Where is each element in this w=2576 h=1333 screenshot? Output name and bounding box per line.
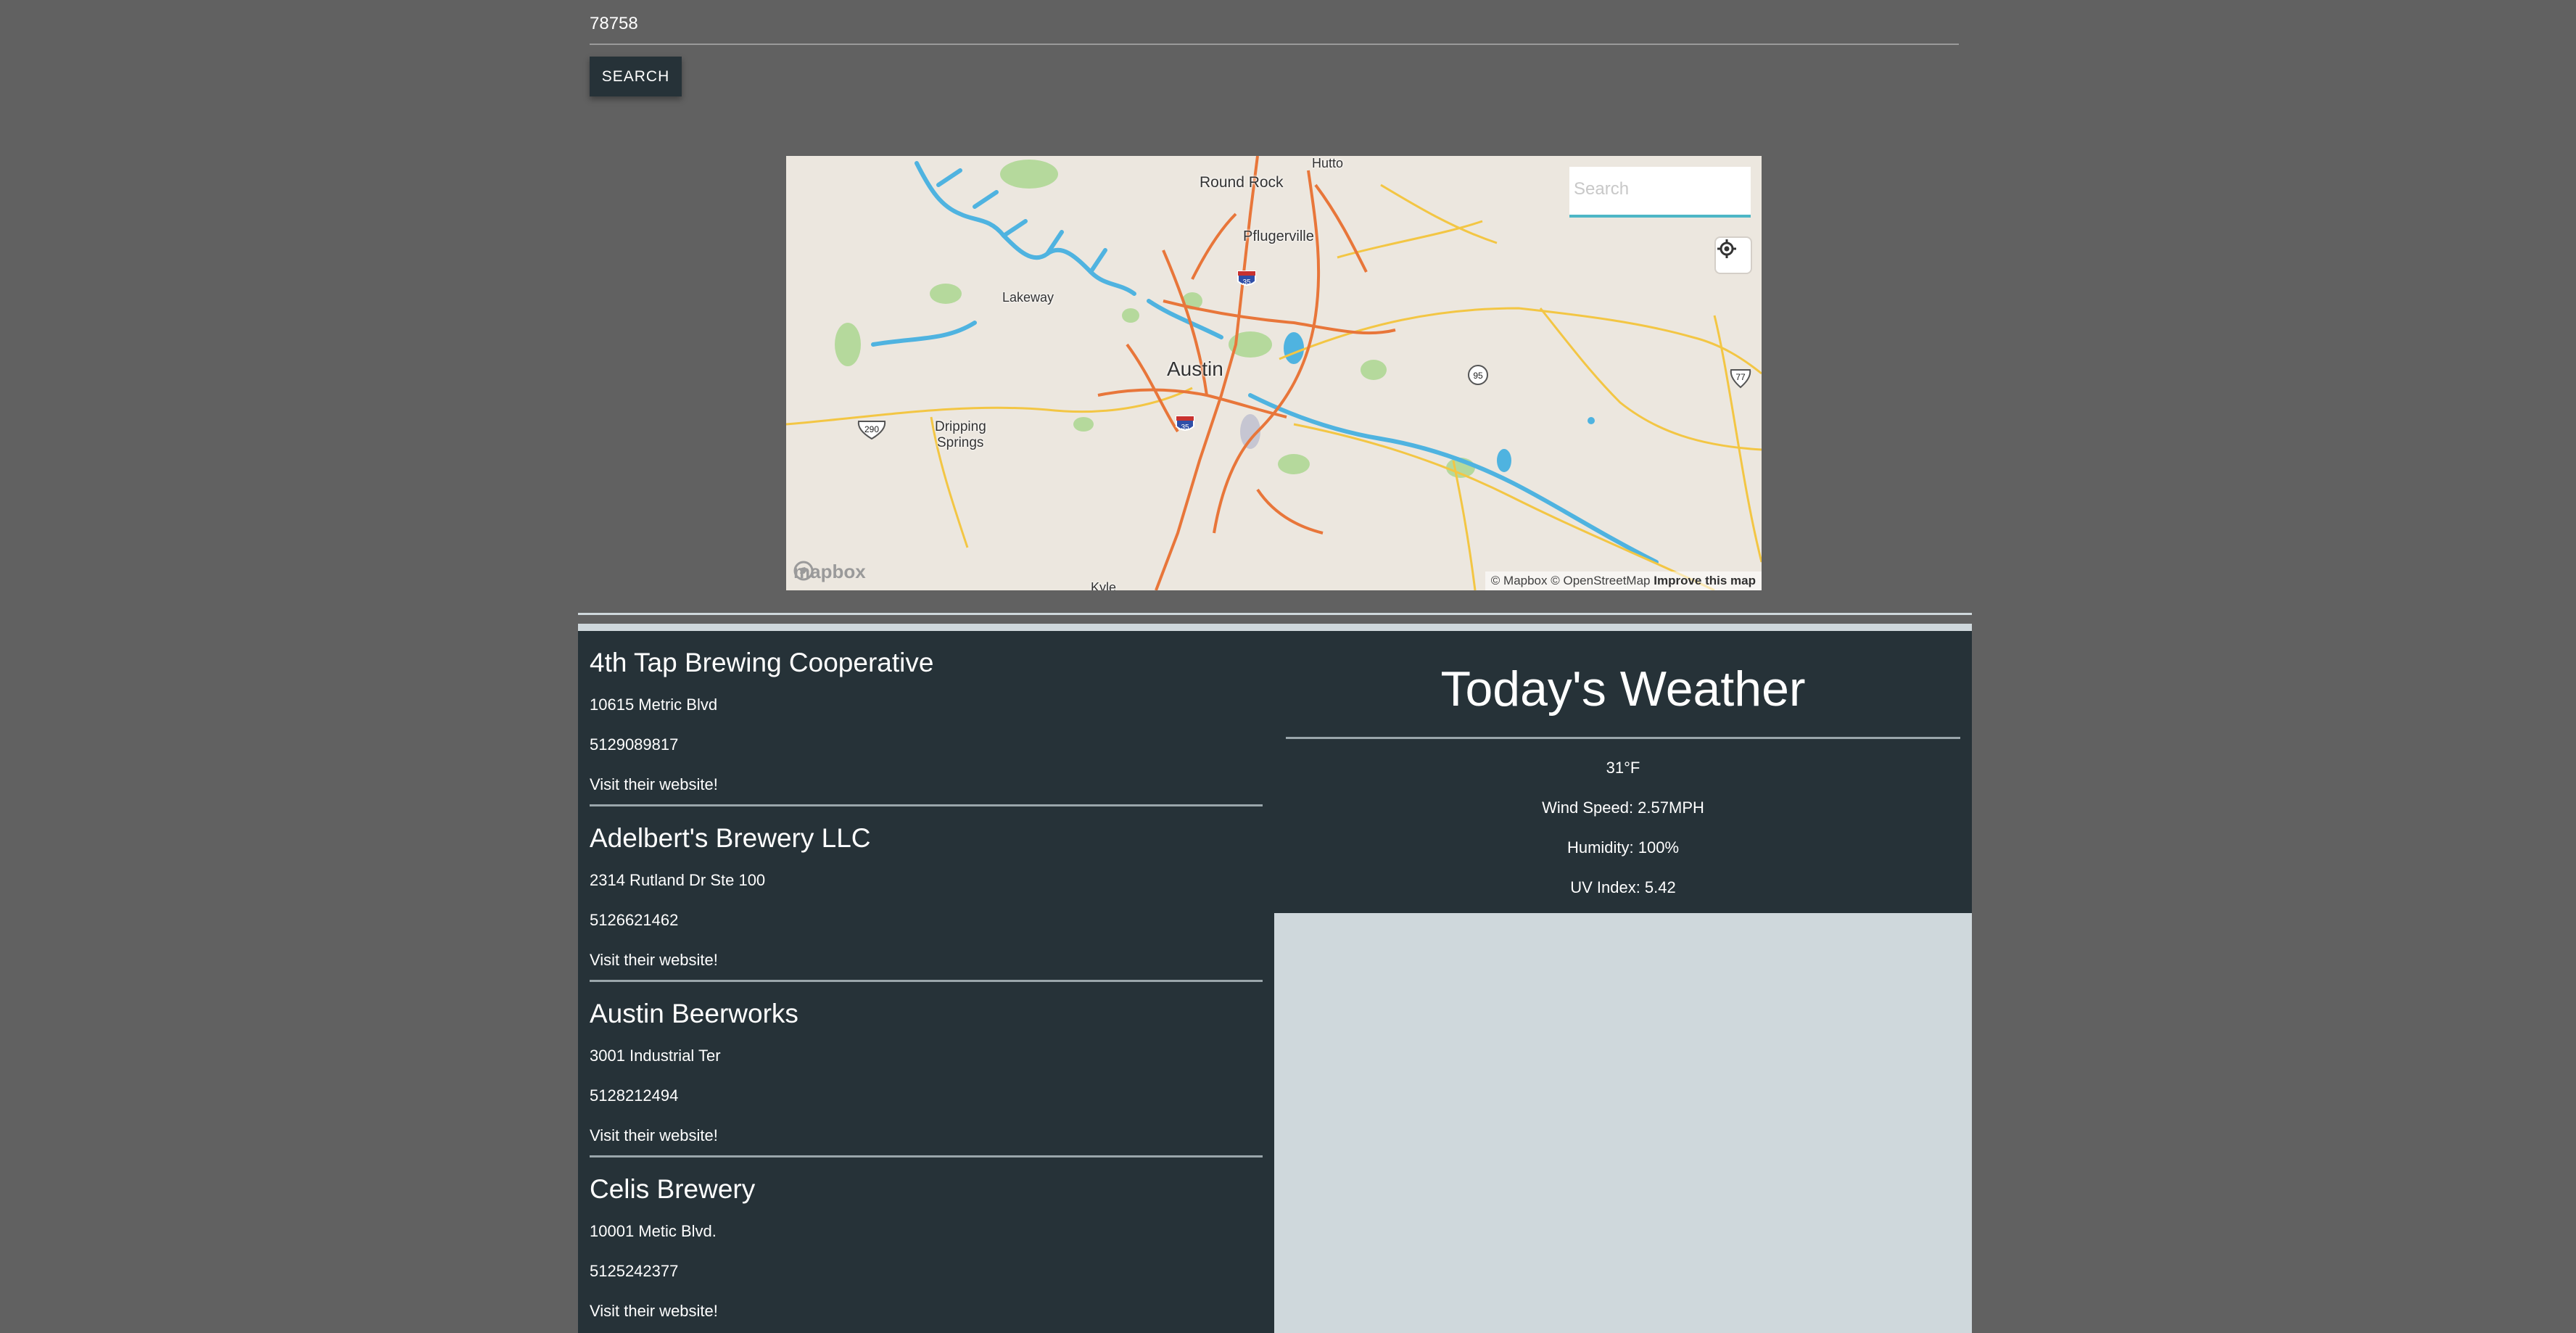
mapbox-logo[interactable]: mapbox <box>793 561 866 583</box>
us-route-290-shield: 290 <box>857 421 886 440</box>
section-divider <box>578 613 1972 615</box>
page: SEARCH <box>0 0 2576 1333</box>
map[interactable]: Round Rock Hutto Pflugerville Lakeway Au… <box>786 156 1762 590</box>
weather-temperature: 31°F <box>1606 759 1640 777</box>
weather-humidity: Humidity: 100% <box>1566 838 1680 857</box>
map-label-kyle: Kyle <box>1091 580 1117 590</box>
map-label-round-rock: Round Rock <box>1200 174 1284 191</box>
brewery-website-link[interactable]: Visit their website! <box>590 951 718 969</box>
brewery-website-link[interactable]: Visit their website! <box>590 1126 718 1144</box>
weather-wind-speed: Wind Speed: 2.57MPH <box>1542 798 1704 817</box>
map-highways <box>1097 156 1396 590</box>
svg-text:35: 35 <box>1181 424 1189 432</box>
map-water <box>871 161 1659 564</box>
results-container: 4th Tap Brewing Cooperative 10615 Metric… <box>578 624 1972 1333</box>
svg-text:95: 95 <box>1473 371 1483 381</box>
brewery-name: Austin Beerworks <box>590 999 798 1028</box>
search-button[interactable]: SEARCH <box>590 57 682 96</box>
map-label-dripping: Dripping <box>935 419 986 434</box>
brewery-phone: 5126621462 <box>590 911 679 929</box>
improve-map-link[interactable]: Improve this map <box>1654 574 1756 587</box>
map-search-input[interactable] <box>1572 167 1742 212</box>
brewery-card: Adelbert's Brewery LLC 2314 Rutland Dr S… <box>590 806 1263 982</box>
weather-uv-index: UV Index: 5.42 <box>1570 878 1676 896</box>
brewery-phone: 5125242377 <box>590 1262 679 1280</box>
map-parks <box>835 160 1475 478</box>
svg-text:77: 77 <box>1735 372 1746 382</box>
weather-divider <box>1286 737 1960 739</box>
mapbox-icon <box>793 561 814 581</box>
map-label-austin: Austin <box>1167 358 1223 380</box>
map-search-box <box>1569 167 1751 218</box>
map-roads <box>786 183 1762 590</box>
brewery-website-link[interactable]: Visit their website! <box>590 775 718 793</box>
map-attribution: © Mapbox © OpenStreetMap Improve this ma… <box>1485 571 1762 590</box>
weather-panel: Today's Weather 31°F Wind Speed: 2.57MPH… <box>1274 631 1972 913</box>
brewery-phone: 5128212494 <box>590 1086 679 1105</box>
brewery-name: 4th Tap Brewing Cooperative <box>590 648 934 677</box>
state-route-95-shield: 95 <box>1468 365 1488 385</box>
brewery-address: 10001 Metic Blvd. <box>590 1222 717 1240</box>
svg-text:290: 290 <box>864 424 879 434</box>
interstate-35-shield-north: 35 <box>1237 271 1256 286</box>
map-label-pflugerville: Pflugerville <box>1243 228 1314 244</box>
us-route-77-shield: 77 <box>1730 369 1751 389</box>
brewery-address: 2314 Rutland Dr Ste 100 <box>590 871 766 889</box>
weather-title: Today's Weather <box>1440 661 1806 717</box>
map-label-hutto: Hutto <box>1312 156 1344 170</box>
svg-text:35: 35 <box>1242 278 1251 286</box>
interstate-35-shield-south: 35 <box>1176 416 1194 432</box>
attribution-text[interactable]: © Mapbox © OpenStreetMap <box>1491 574 1651 587</box>
brewery-name: Celis Brewery <box>590 1174 756 1204</box>
brewery-phone: 5129089817 <box>590 735 679 754</box>
zip-code-input[interactable] <box>590 4 1959 45</box>
brewery-card: Austin Beerworks 3001 Industrial Ter 512… <box>590 982 1263 1157</box>
brewery-name: Adelbert's Brewery LLC <box>590 823 871 853</box>
brewery-list: 4th Tap Brewing Cooperative 10615 Metric… <box>578 631 1274 1333</box>
crosshair-icon <box>1717 239 1736 258</box>
geolocate-button[interactable] <box>1716 238 1751 273</box>
map-label-lakeway: Lakeway <box>1002 290 1054 305</box>
map-canvas <box>786 156 1762 590</box>
brewery-card: Celis Brewery 10001 Metic Blvd. 51252423… <box>590 1157 1263 1333</box>
brewery-card: 4th Tap Brewing Cooperative 10615 Metric… <box>590 631 1263 806</box>
brewery-address: 3001 Industrial Ter <box>590 1047 721 1065</box>
brewery-address: 10615 Metric Blvd <box>590 696 718 714</box>
brewery-website-link[interactable]: Visit their website! <box>590 1302 718 1320</box>
map-label-springs: Springs <box>937 435 984 450</box>
